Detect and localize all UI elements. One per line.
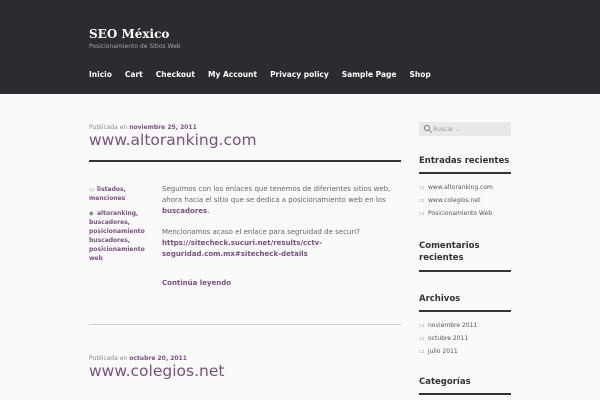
post-meta: Publicada en noviembre 25, 2011 <box>89 124 197 131</box>
post-date-link[interactable]: octubre 20, 2011 <box>129 355 187 362</box>
list-item: ▭ noviembre 2011 <box>419 320 511 333</box>
widget-title-divider <box>419 310 511 312</box>
read-more-link[interactable]: Continúa leyendo <box>162 279 231 287</box>
nav-item-privacy-policy[interactable]: Privacy policy <box>270 70 329 79</box>
widget-title-categories: Categorías <box>419 377 471 387</box>
inline-link[interactable]: https://sitecheck.sucuri.net/results/cct… <box>162 239 322 258</box>
tag-link[interactable]: altoranking <box>97 210 136 217</box>
post-meta: Publicada en octubre 20, 2011 <box>89 355 187 362</box>
post-content: Seguimos con los enlaces que tenemos de … <box>162 184 402 270</box>
site-tagline: Posicionamiento de Sitios Web <box>89 43 181 50</box>
tags-line-2: buscadores, <box>89 219 131 226</box>
nav-item-shop[interactable]: Shop <box>409 70 430 79</box>
nav-item-sample-page[interactable]: Sample Page <box>342 70 397 79</box>
tags-line-4: posicionamiento web <box>89 245 151 263</box>
widget-title-divider <box>419 172 511 174</box>
nav-item-inicio[interactable]: Inicio <box>89 70 112 79</box>
search-icon <box>424 125 430 131</box>
recent-post-link[interactable]: Posicionamiento Web <box>428 210 492 217</box>
folder-icon: ▭ <box>419 322 425 329</box>
widget-title-divider <box>419 270 511 272</box>
widget-title-recent-posts: Entradas recientes <box>419 156 510 166</box>
tags-line-3: posicionamiento buscadores, <box>89 228 145 244</box>
archive-link[interactable]: noviembre 2011 <box>428 322 477 329</box>
widget-title-archives: Archivos <box>419 294 461 304</box>
recent-posts-list: ▭ www.altoranking.com ▭ www.colegios.net ▭… <box>419 182 511 220</box>
post-title-divider <box>89 160 401 162</box>
category-link[interactable]: menciones <box>89 195 125 202</box>
recent-post-link[interactable]: www.colegios.net <box>428 197 480 204</box>
list-item: ▭ www.colegios.net <box>419 195 511 208</box>
document-icon: ▭ <box>419 184 425 191</box>
folder-icon: ▭ <box>419 347 425 355</box>
paragraph-text: Mencionamos acaso el enlace para segruid… <box>162 228 360 236</box>
archive-link[interactable]: octubre 2011 <box>428 335 468 342</box>
document-icon: ▭ <box>419 209 425 217</box>
search-input[interactable] <box>433 122 509 136</box>
post-meta-prefix: Publicada en <box>89 355 128 362</box>
archive-link[interactable]: julio 2011 <box>428 348 458 355</box>
archives-list: ▭ noviembre 2011 ▭ octubre 2011 ▭ julio 201… <box>419 320 511 358</box>
site-header: SEO México Posicionamiento de Sitios Web… <box>0 0 600 94</box>
recent-post-link[interactable]: www.altoranking.com <box>428 184 493 191</box>
tag-icon: ◆ <box>89 210 94 217</box>
tags-line: ◆ altoranking, <box>89 210 139 217</box>
post-taxonomy: ▭ listados, menciones ◆ altoranking, busca… <box>89 185 151 263</box>
tag-link[interactable]: posicionamiento web <box>89 246 145 262</box>
categories-line-2: menciones <box>89 194 151 203</box>
tag-link[interactable]: posicionamiento buscadores <box>89 228 145 244</box>
post-date-link[interactable]: noviembre 25, 2011 <box>129 124 197 131</box>
list-item: ▭ julio 2011 <box>419 346 511 359</box>
main-nav: Inicio Cart Checkout My Account Privacy … <box>89 70 444 79</box>
nav-item-my-account[interactable]: My Account <box>208 70 257 79</box>
inline-link[interactable]: buscadores <box>162 207 207 215</box>
nav-item-checkout[interactable]: Checkout <box>156 70 195 79</box>
widget-title-recent-comments: Comentarios recientes <box>419 241 480 263</box>
widget-title-divider <box>419 393 511 395</box>
folder-icon: ▭ <box>89 186 95 193</box>
category-link[interactable]: listados <box>97 186 124 193</box>
post-separator <box>89 324 401 325</box>
post-title[interactable]: www.colegios.net <box>89 362 224 380</box>
post-paragraph: Mencionamos acaso el enlace para segruid… <box>162 227 402 260</box>
list-item: ▭ octubre 2011 <box>419 333 511 346</box>
categories-line: ▭ listados, <box>89 186 126 193</box>
site-title[interactable]: SEO México <box>89 27 169 41</box>
post-paragraph: Seguimos con los enlaces que tenemos de … <box>162 185 391 215</box>
search-box <box>419 122 511 136</box>
list-item: ▭ www.altoranking.com <box>419 182 511 195</box>
document-icon: ▭ <box>419 196 425 204</box>
nav-item-cart[interactable]: Cart <box>125 70 143 79</box>
tag-link[interactable]: buscadores <box>89 219 128 226</box>
list-item: ▭ Posicionamiento Web <box>419 208 511 221</box>
post-title[interactable]: www.altoranking.com <box>89 131 257 149</box>
paragraph-text: Seguimos con los enlaces que tenemos de … <box>162 185 391 204</box>
folder-icon: ▭ <box>419 334 425 342</box>
post-meta-prefix: Publicada en <box>89 124 128 131</box>
